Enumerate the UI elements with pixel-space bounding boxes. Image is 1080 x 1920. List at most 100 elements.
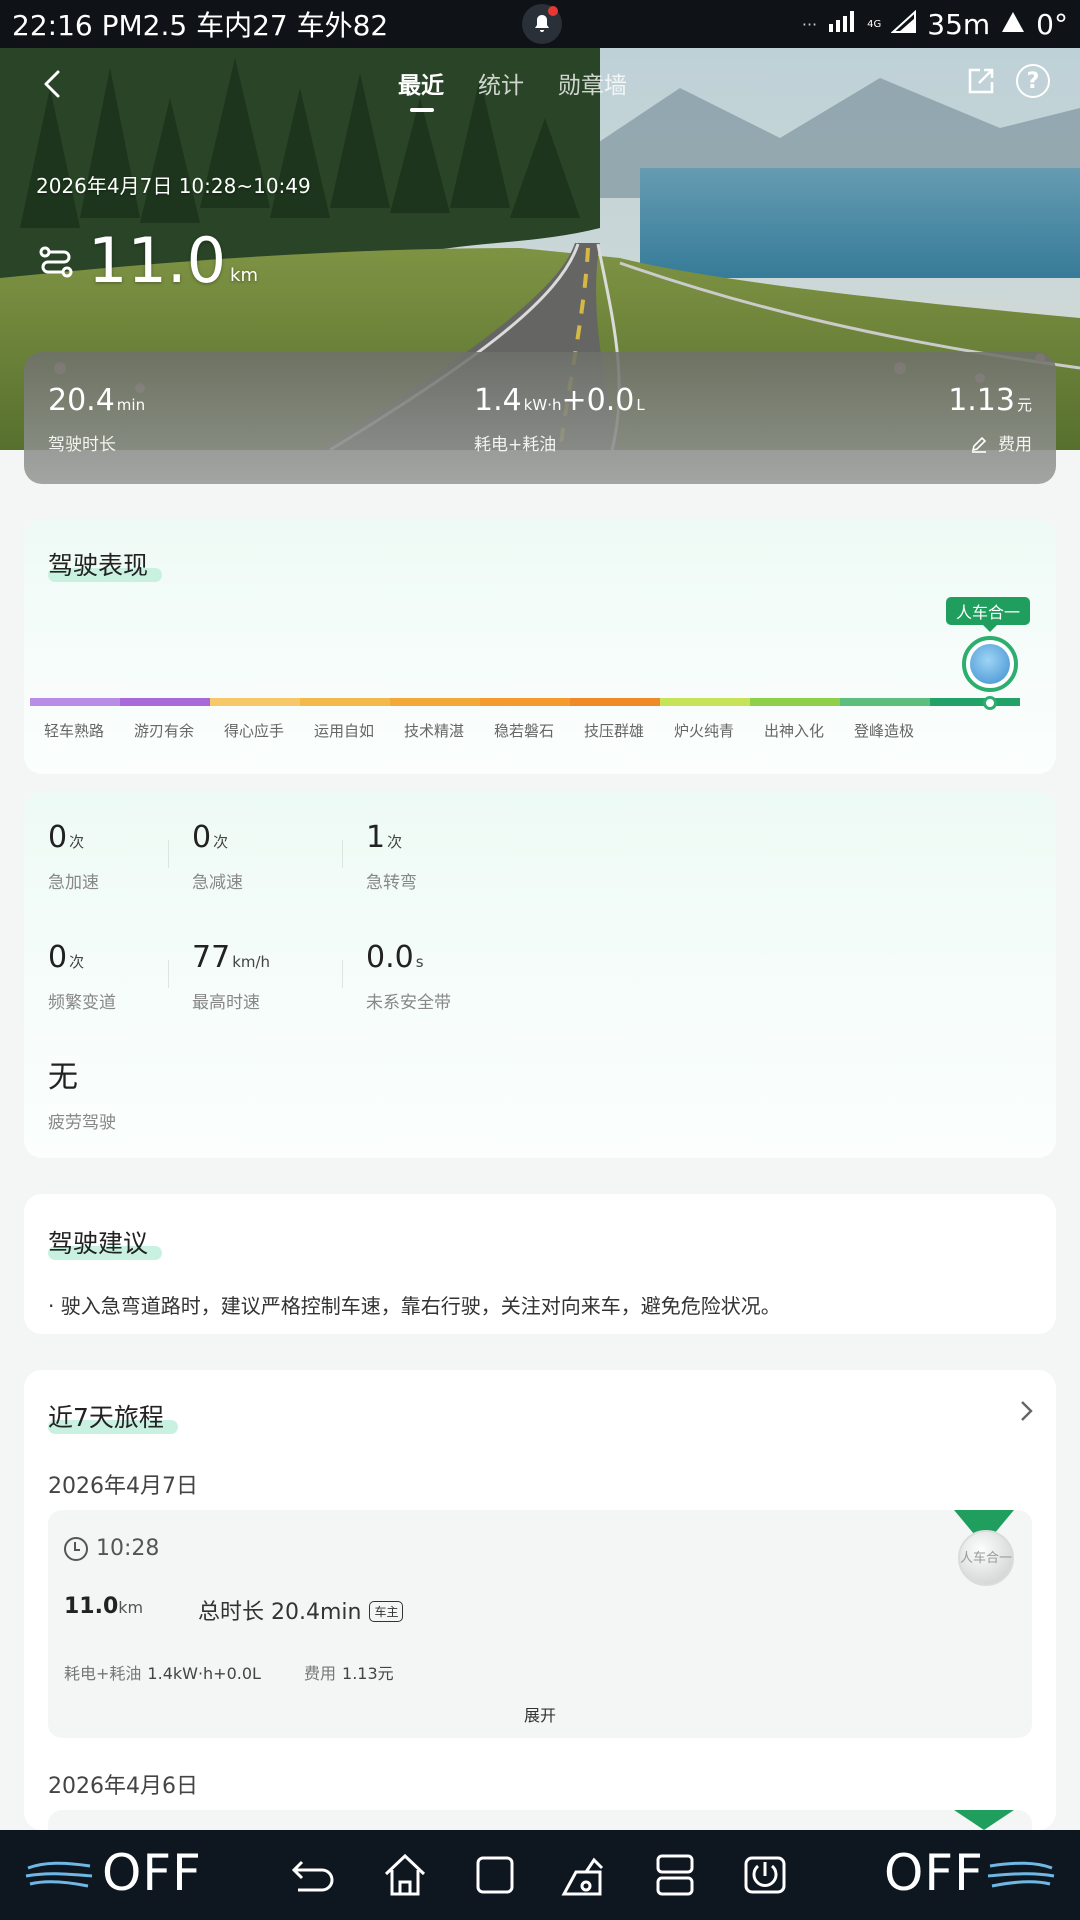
share-icon[interactable] bbox=[966, 66, 996, 96]
level-segment bbox=[120, 698, 210, 706]
cost-label: 费用 bbox=[998, 435, 1032, 455]
level-segment bbox=[930, 698, 1020, 706]
level-label: 得心应手 bbox=[224, 722, 285, 740]
warning-triangle-icon bbox=[1000, 8, 1026, 41]
driving-metrics-card: 0 次急加速 0 次急减速 1 次急转弯 0 次频繁变道 77 km/h 最高时速 0.0 s… bbox=[24, 792, 1056, 1158]
level-label: 技术精湛 bbox=[404, 722, 465, 740]
energy-kwh-unit: kW·h bbox=[523, 396, 562, 414]
advice-title: 驾驶建议 bbox=[48, 1224, 163, 1260]
expand-button[interactable]: 展开 bbox=[48, 1702, 1032, 1726]
trip-day-header: 2026年4月6日 bbox=[48, 1774, 198, 1799]
level-segment bbox=[750, 698, 840, 706]
tab-medal-wall[interactable]: 勋章墙 bbox=[558, 66, 627, 110]
trip-entry[interactable] bbox=[48, 1810, 1032, 1830]
driving-advice-card: 驾驶建议 · 驶入急弯道路时，建议严格控制车速，靠右行驶，关注对向来车，避免危险… bbox=[24, 1194, 1056, 1334]
distance-unit: km bbox=[230, 265, 259, 286]
status-bar: 22:16 PM2.5 车内27 车外82 ··· 4G 35m 0° bbox=[0, 0, 1080, 48]
trip-cost: 费用 1.13元 bbox=[304, 1664, 394, 1683]
trip-distance: 11.0 km bbox=[38, 228, 258, 294]
energy-kwh: 1.4 bbox=[474, 383, 522, 418]
level-marker bbox=[983, 696, 997, 710]
vehicle-control-icon[interactable] bbox=[558, 1850, 608, 1900]
cost-stat[interactable]: 1.13 元 费用 bbox=[948, 382, 1032, 455]
notification-bell-icon[interactable] bbox=[522, 4, 562, 44]
level-label: 稳若磐石 bbox=[494, 722, 555, 740]
metric-fatigue-driving: 无疲劳驾驶 bbox=[48, 1060, 116, 1133]
trip-entry[interactable]: 10:28 11.0km 总时长 20.4min 车主 耗电+耗油 1.4kW·h+… bbox=[48, 1510, 1032, 1738]
top-navigation: 最近 统计 勋章墙 ? bbox=[0, 48, 1080, 118]
edit-pen-icon[interactable] bbox=[970, 435, 988, 453]
back-arrow-icon[interactable] bbox=[36, 66, 72, 102]
level-label: 轻车熟路 bbox=[44, 722, 105, 740]
recent-apps-icon[interactable] bbox=[470, 1850, 520, 1900]
split-screen-icon[interactable] bbox=[650, 1850, 700, 1900]
level-segment bbox=[210, 698, 300, 706]
right-fan-wind-icon bbox=[987, 1861, 1055, 1888]
trip-duration: 总时长 20.4min 车主 bbox=[198, 1594, 404, 1626]
trip-datetime: 2026年4月7日 10:28~10:49 bbox=[36, 174, 311, 198]
level-label: 运用自如 bbox=[314, 722, 375, 740]
recent-trips-title[interactable]: 近7天旅程 bbox=[48, 1398, 178, 1434]
medal-icon: 人车合一 bbox=[954, 1510, 1014, 1588]
help-icon[interactable]: ? bbox=[1016, 64, 1050, 98]
tab-statistics[interactable]: 统计 bbox=[478, 66, 524, 110]
level-label: 游刃有余 bbox=[134, 722, 195, 740]
level-label: 登峰造极 bbox=[854, 722, 915, 740]
triangle-signal-icon bbox=[890, 8, 917, 41]
level-label: 出神入化 bbox=[764, 722, 825, 740]
screen-power-icon[interactable] bbox=[740, 1850, 790, 1900]
current-level-badge: 人车合一 bbox=[946, 597, 1031, 632]
status-left-text: 22:16 PM2.5 车内27 车外82 bbox=[12, 9, 389, 42]
cost-value: 1.13 bbox=[948, 383, 1015, 418]
trip-energy: 耗电+耗油 1.4kW·h+0.0L bbox=[64, 1664, 261, 1683]
right-fan-status[interactable]: OFF bbox=[884, 1844, 984, 1902]
duration-value: 20.4 bbox=[48, 383, 115, 418]
level-label: 技压群雄 bbox=[584, 722, 645, 740]
cost-unit: 元 bbox=[1016, 396, 1032, 414]
energy-fuel: +0.0 bbox=[561, 383, 635, 418]
level-segment bbox=[30, 698, 120, 706]
metric-sharp-turn: 1 次急转弯 bbox=[366, 820, 417, 893]
system-bottom-bar: OFF OFF bbox=[0, 1830, 1080, 1920]
tab-bar: 最近 统计 勋章墙 bbox=[398, 66, 627, 112]
back-icon[interactable] bbox=[288, 1850, 338, 1900]
owner-tag: 车主 bbox=[369, 1601, 404, 1622]
chevron-right-icon[interactable] bbox=[1016, 1398, 1036, 1424]
trip-day-header: 2026年4月7日 bbox=[48, 1474, 198, 1499]
level-segment bbox=[390, 698, 480, 706]
level-segment bbox=[480, 698, 570, 706]
level-segment bbox=[570, 698, 660, 706]
status-right: ··· 4G 35m 0° bbox=[802, 0, 1068, 48]
metric-frequent-lane-change: 0 次频繁变道 bbox=[48, 940, 116, 1013]
energy-label: 耗电+耗油 bbox=[474, 435, 557, 455]
metric-max-speed: 77 km/h 最高时速 bbox=[192, 940, 271, 1013]
status-right-text: 35m bbox=[927, 7, 991, 41]
network-type: 4G bbox=[867, 18, 882, 30]
duration-unit: min bbox=[116, 396, 146, 414]
level-segment bbox=[300, 698, 390, 706]
clock-icon bbox=[64, 1536, 88, 1561]
trip-start-time: 10:28 bbox=[64, 1536, 159, 1561]
user-avatar bbox=[962, 636, 1018, 692]
level-label: 炉火纯青 bbox=[674, 722, 735, 740]
energy-stat: 1.4 kW·h+0.0 L 耗电+耗油 bbox=[474, 382, 645, 455]
metric-seatbelt-unfastened: 0.0 s 未系安全带 bbox=[366, 940, 451, 1013]
duration-label: 驾驶时长 bbox=[48, 435, 116, 455]
distance-value: 11.0 bbox=[88, 224, 227, 297]
duration-stat: 20.4 min 驾驶时长 bbox=[48, 382, 145, 455]
performance-title: 驾驶表现 bbox=[48, 546, 163, 582]
metric-hard-acceleration: 0 次急加速 bbox=[48, 820, 99, 893]
left-fan-status[interactable]: OFF bbox=[102, 1844, 202, 1902]
tab-recent[interactable]: 最近 bbox=[398, 66, 444, 112]
recent-trips-card: 近7天旅程 2026年4月7日 10:28 11.0km 总时长 20.4min… bbox=[24, 1370, 1056, 1830]
home-icon[interactable] bbox=[380, 1850, 430, 1900]
level-segment bbox=[840, 698, 930, 706]
trip-summary-card: 20.4 min 驾驶时长 1.4 kW·h+0.0 L 耗电+耗油 1.13 元 费用 bbox=[24, 352, 1056, 484]
energy-fuel-unit: L bbox=[636, 396, 645, 414]
signal-icon bbox=[827, 8, 857, 41]
left-fan-wind-icon bbox=[25, 1861, 93, 1888]
advice-text: · 驶入急弯道路时，建议严格控制车速，靠右行驶，关注对向来车，避免危险状况。 bbox=[48, 1294, 781, 1318]
outside-temp: 0° bbox=[1036, 7, 1068, 41]
more-dots-icon: ··· bbox=[801, 14, 818, 34]
notification-dot bbox=[548, 6, 558, 16]
